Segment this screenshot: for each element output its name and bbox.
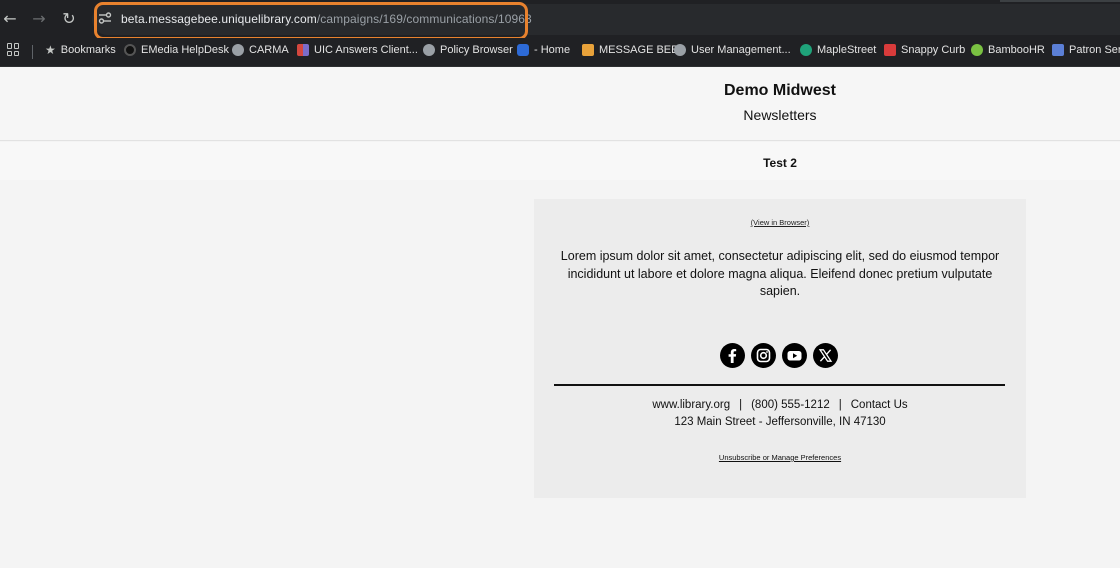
bookmark-label: - Home [534, 44, 571, 56]
bookmark-label: MapleStreet [817, 44, 877, 56]
view-in-browser-link[interactable]: (View in Browser) [534, 218, 1026, 227]
bookmark-user-management[interactable]: User Management... [674, 40, 791, 60]
org-name: Demo Midwest [723, 82, 836, 99]
phone-number[interactable]: (800) 555-1212 [751, 399, 830, 411]
emedia-icon [124, 44, 136, 56]
home-people-icon [517, 44, 529, 56]
uic-icon [297, 44, 309, 56]
email-body: Lorem ipsum dolor sit amet, consectetur … [560, 249, 1000, 298]
email-preview: (View in Browser) Lorem ipsum dolor sit … [534, 199, 1026, 498]
tab-strip-edge [1000, 0, 1120, 2]
globe-icon [674, 44, 686, 56]
bookmark-label: Bookmarks [60, 44, 116, 56]
footer-contact-line: www.library.org | (800) 555-1212 | Contact U… [534, 399, 1026, 411]
url-highlight-annotation [94, 2, 528, 40]
bookmark-message-bee[interactable]: MESSAGE BEE [582, 40, 678, 60]
bookmark-label: EMedia HelpDesk [141, 44, 230, 56]
bookmark-label: CARMA [249, 44, 289, 56]
apps-grid-icon[interactable] [7, 43, 20, 56]
reload-icon[interactable]: ↻ [59, 9, 79, 29]
bookmark-patron-services[interactable]: Patron Serv [1052, 40, 1120, 60]
facebook-icon[interactable] [720, 343, 745, 368]
bookmark-maplestreet[interactable]: MapleStreet [800, 40, 876, 60]
section-name: Newsletters [743, 107, 817, 123]
bookmark-carma[interactable]: CARMA [232, 40, 289, 60]
youtube-icon[interactable] [782, 343, 807, 368]
bookmark-bookmarks[interactable]: ★ Bookmarks [45, 40, 116, 60]
unsubscribe-link[interactable]: Unsubscribe or Manage Preferences [534, 453, 1026, 462]
social-icons [720, 343, 838, 368]
bamboo-icon [971, 44, 983, 56]
bookmark-emedia-helpdesk[interactable]: EMedia HelpDesk [124, 40, 229, 60]
bookmark-uic-answers[interactable]: UIC Answers Client... [297, 40, 418, 60]
bookmark-policy-browser[interactable]: Policy Browser [423, 40, 513, 60]
bookmark-label: BambooHR [988, 44, 1045, 56]
bookmark-label: User Management... [691, 44, 791, 56]
bookmark-label: Policy Browser [440, 44, 513, 56]
browser-toolbar: ← → ↻ beta.messagebee.uniquelibrary.com/… [0, 0, 1120, 40]
footer-address: 123 Main Street - Jeffersonville, IN 471… [674, 416, 886, 428]
contact-us-link[interactable]: Contact Us [851, 399, 908, 411]
globe-icon [232, 44, 244, 56]
bookmark-label: MESSAGE BEE [599, 44, 679, 56]
bee-icon [582, 44, 594, 56]
maple-icon [800, 44, 812, 56]
x-icon[interactable] [813, 343, 838, 368]
bookmark-home[interactable]: - Home [517, 40, 570, 60]
bookmark-bamboohr[interactable]: BambooHR [971, 40, 1045, 60]
page-header [0, 67, 1120, 141]
back-arrow-icon[interactable]: ← [0, 9, 20, 29]
bookmark-label: UIC Answers Client... [314, 44, 418, 56]
footer-separator: | [739, 399, 743, 411]
page-content: Demo Midwest Newsletters Test 2 (View in… [0, 67, 1120, 568]
bookmarks-separator [32, 45, 33, 59]
bookmark-snappy-curb[interactable]: Snappy Curb [884, 40, 965, 60]
forward-arrow-icon[interactable]: → [29, 9, 49, 29]
bookmark-label: Snappy Curb [901, 44, 966, 56]
website-link[interactable]: www.library.org [652, 399, 730, 411]
star-icon: ★ [45, 43, 56, 57]
patron-icon [1052, 44, 1064, 56]
instagram-icon[interactable] [751, 343, 776, 368]
pin-icon [884, 44, 896, 56]
email-subject: Test 2 [763, 156, 797, 170]
footer-divider [554, 384, 1005, 386]
footer-separator: | [838, 399, 842, 411]
globe-icon [423, 44, 435, 56]
bookmark-label: Patron Serv [1069, 44, 1120, 56]
